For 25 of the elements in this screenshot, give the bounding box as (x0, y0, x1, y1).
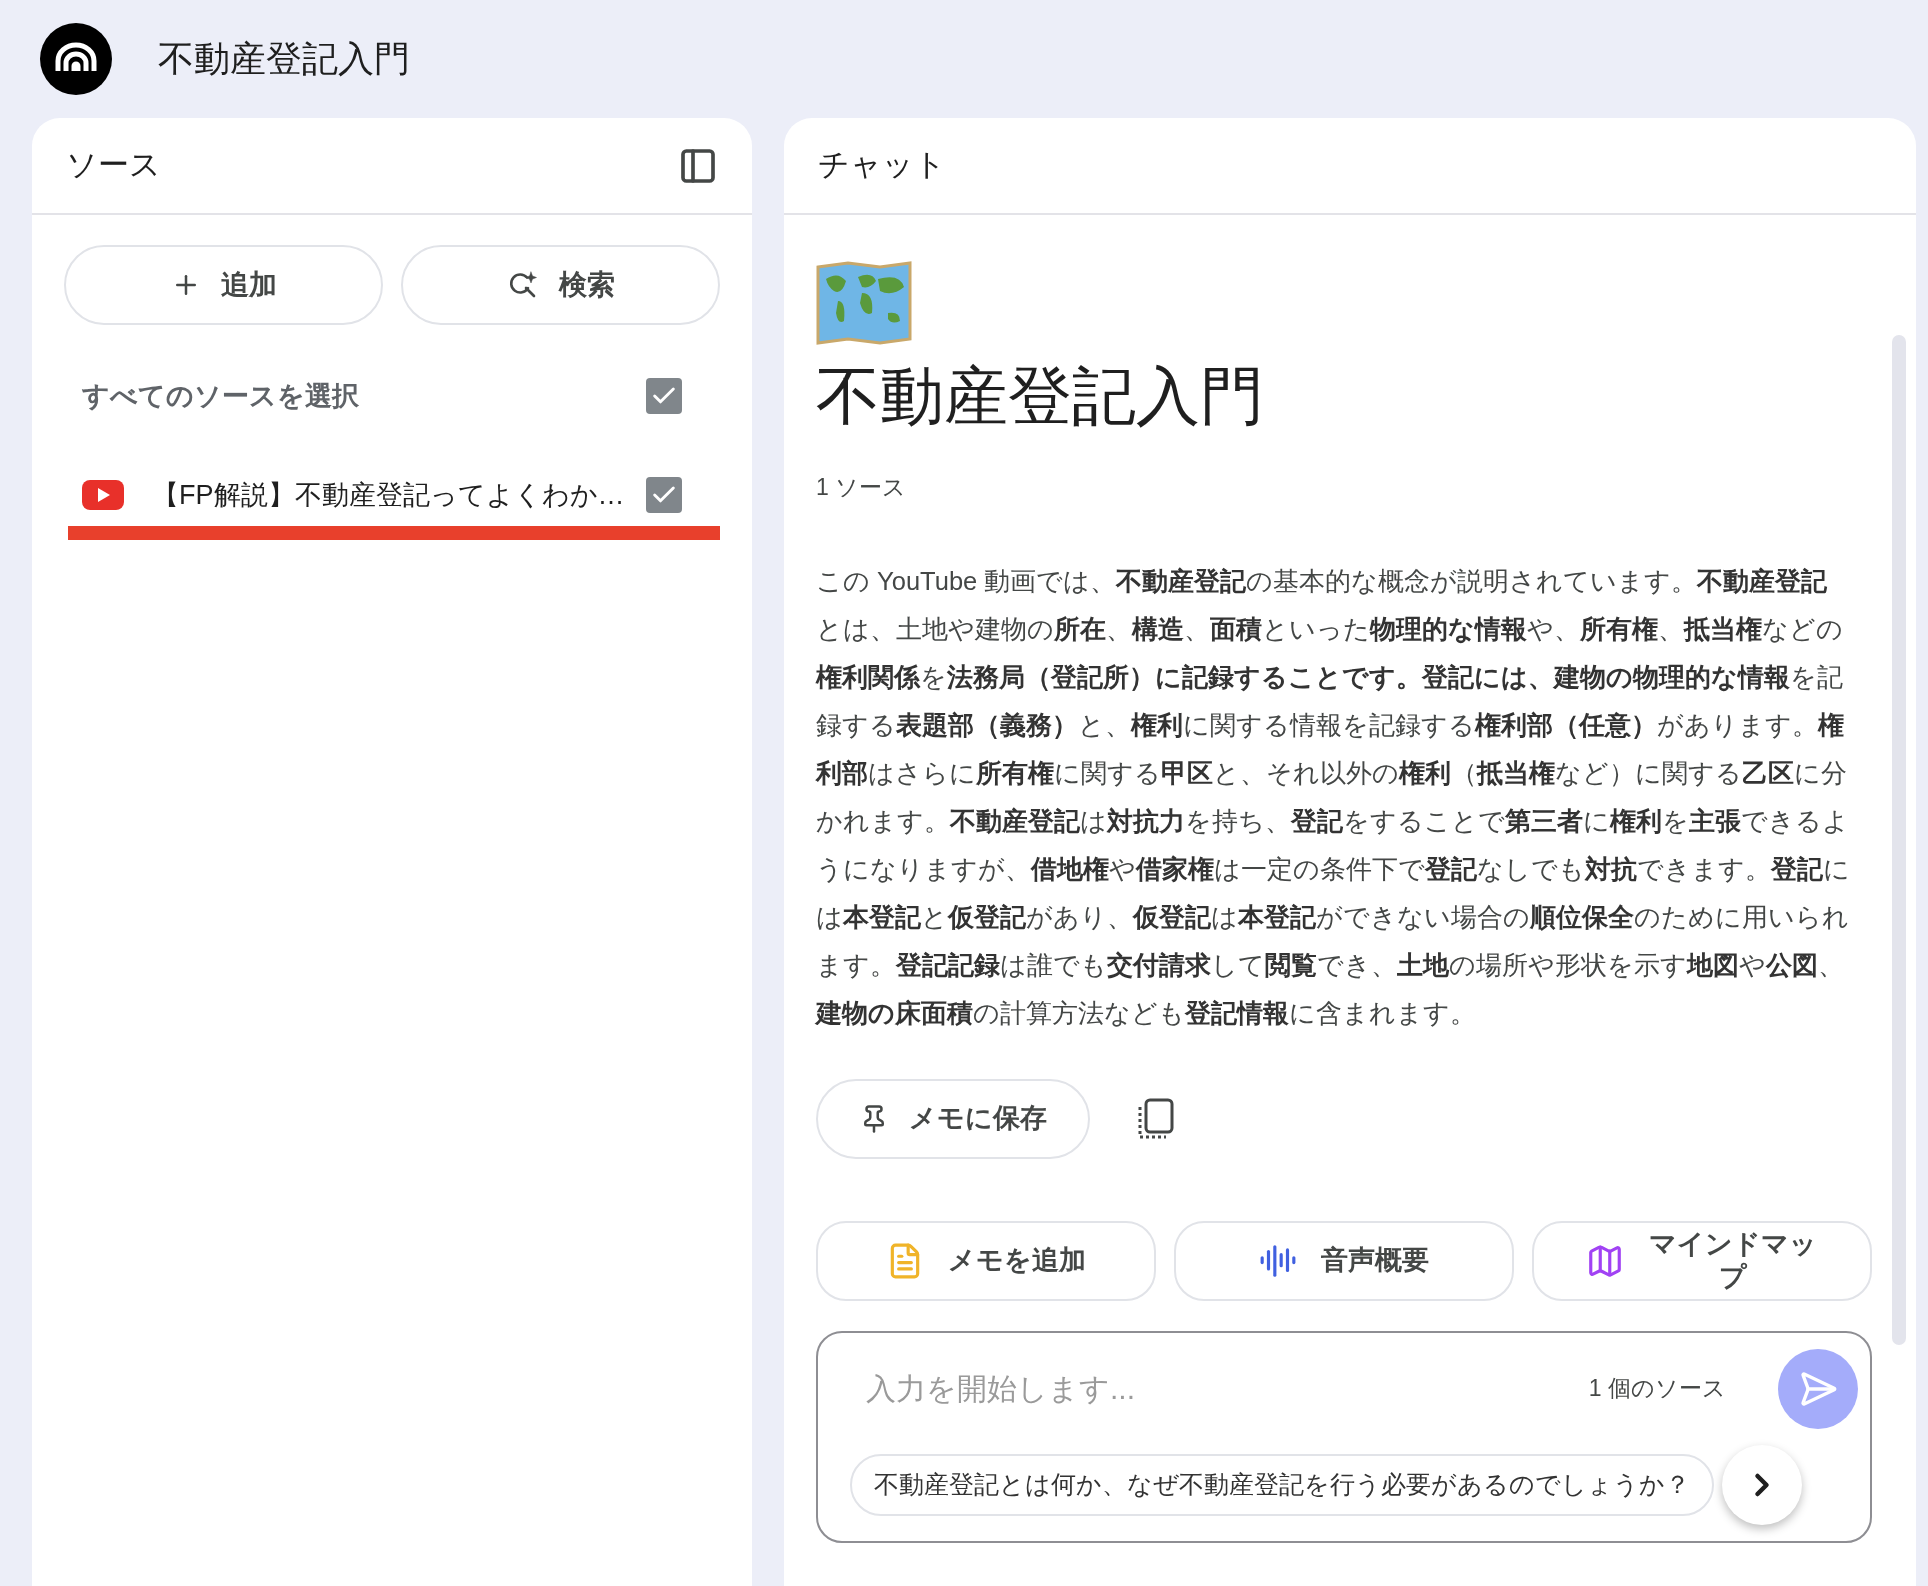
select-all-label: すべてのソースを選択 (82, 379, 359, 413)
checkbox[interactable] (646, 378, 682, 414)
video-play-icon (82, 480, 124, 510)
app-title: 不動産登記入門 (158, 37, 410, 81)
action-button[interactable]: 音声概要 (1174, 1220, 1514, 1301)
panel-title: チャット (818, 146, 946, 185)
copy-icon[interactable] (1136, 1096, 1176, 1141)
panel-title: ソース (66, 146, 161, 185)
checkbox[interactable] (646, 477, 682, 513)
search-source-button[interactable]: 検索 (401, 245, 720, 325)
action-button[interactable]: メモを追加 (816, 1220, 1156, 1301)
summary-paragraph: この YouTube 動画では、不動産登記の基本的な概念が説明されています。不動産登記とは、土地や建物の所在、構造、面積といった物理的な情報や、所有権、抵当権などの権利関係を法務局（登記所）に記録することです。登記には、建物の物理的な情報を記録する表題部（義務）と、権利に関する情報を記録する権利部（任意）があります。権利部はさらに所有権に関する甲区と、それ以外の権利（抵当権など）に関する乙区に分かれます。不動産登記は対抗力を持ち、登記をすることで第三者に権利を主張できるようになりますが、借地権や借家権は一定の条件下で登記なしでも対抗できます。登記には本登記と仮登記があり、仮登記は本登記ができない場合の順位保全のために用いられます。登記記録は誰でも交付請求して閲覧でき、土地の場所や形状を示す地図や公図、建物の床面積の計算方法なども登記情報に含まれます。 (816, 565, 1851, 1029)
source-title: 【FP解説】不動産登記ってよくわか… (152, 478, 626, 512)
suggestion-chip[interactable]: 不動産登記とは何か、なぜ不動産登記を行う必要があるのでしょうか？ (850, 1453, 1714, 1516)
chat-input-field[interactable]: 入力を開始します... (850, 1366, 1589, 1412)
source-count: 1 ソース (816, 473, 908, 503)
notebook-title: 不動産登記入門 (816, 359, 1265, 434)
logo-icon (40, 23, 112, 95)
scrollbar[interactable] (1892, 335, 1906, 1345)
source-count-label: 1 個のソース (1588, 1374, 1726, 1404)
save-to-note-button[interactable]: メモに保存 (816, 1078, 1090, 1159)
source-item[interactable]: 【FP解説】不動産登記ってよくわか… (68, 464, 720, 540)
add-source-button[interactable]: 追加 (64, 245, 383, 325)
action-button[interactable]: マインドマップ (1532, 1220, 1872, 1301)
world-map-icon (816, 261, 912, 345)
